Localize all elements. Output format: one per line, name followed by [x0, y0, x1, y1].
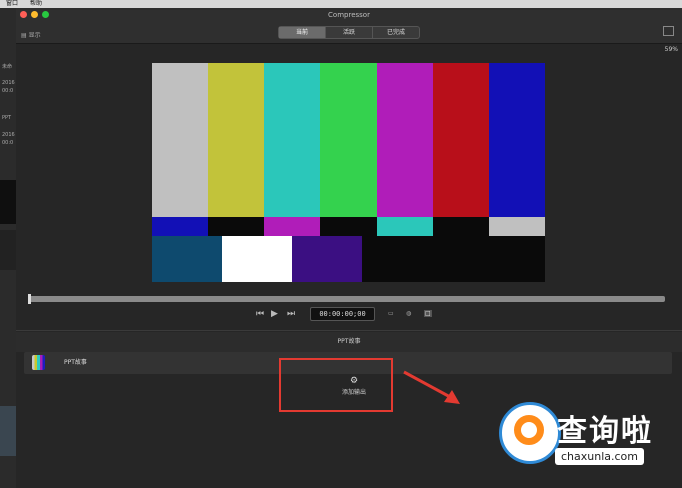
bg-text: 2016	[2, 80, 15, 86]
color-bar-mid	[432, 217, 490, 236]
bg-text: 未命	[2, 64, 13, 70]
bg-text: PPT	[2, 115, 12, 121]
color-bar	[264, 63, 321, 217]
video-file-icon	[32, 355, 45, 370]
menu-item-help[interactable]: 帮助	[30, 0, 42, 8]
menu-item-window[interactable]: 窗口	[6, 0, 18, 8]
color-bar-mid	[488, 217, 546, 236]
color-block	[292, 236, 362, 282]
playhead[interactable]	[28, 294, 31, 304]
color-bar-mid	[264, 217, 321, 236]
title-bar: Compressor ▤ 显示 当前 活跃 已完成	[16, 8, 682, 44]
watermark-text: 查询啦	[557, 414, 653, 449]
aspect-icon[interactable]: □	[424, 310, 432, 317]
inspector-icon[interactable]	[663, 26, 674, 36]
overlay-icon[interactable]: ◍	[406, 310, 411, 317]
watermark-url: chaxunla.com	[555, 448, 644, 465]
color-bar	[320, 63, 378, 217]
tab-active[interactable]: 活跃	[326, 27, 373, 38]
color-bar	[488, 63, 546, 217]
color-bar	[376, 63, 434, 217]
watermark-logo-icon	[499, 402, 561, 464]
watermark: 查询啦 chaxunla.com	[495, 398, 682, 488]
skip-back-icon[interactable]: ⏮	[256, 308, 264, 320]
color-bar-mid	[376, 217, 434, 236]
annotation-arrow-icon	[403, 370, 460, 404]
segmented-tabs: 当前 活跃 已完成	[278, 26, 420, 39]
color-block	[152, 236, 222, 282]
divider	[16, 330, 682, 331]
bg-text: 00:0	[2, 140, 14, 146]
color-bar-mid	[152, 217, 209, 236]
color-bar-mid	[208, 217, 265, 236]
batch-file-name: PPT故事	[64, 359, 87, 366]
system-menu-bar: 窗口 帮助	[0, 0, 682, 8]
color-bar	[152, 63, 209, 217]
annotation-box	[279, 358, 393, 412]
view-mode-icon[interactable]: ▭	[388, 310, 394, 317]
bg-text: 00:0	[2, 88, 14, 94]
watermark-q-icon	[514, 415, 544, 445]
bg-text: 2016	[2, 132, 15, 138]
color-block	[222, 236, 292, 282]
window-title: Compressor	[328, 11, 370, 19]
tab-current[interactable]: 当前	[279, 27, 326, 38]
tab-completed[interactable]: 已完成	[373, 27, 419, 38]
timeline-scrubber[interactable]	[28, 294, 665, 304]
color-bar	[432, 63, 490, 217]
color-bar	[208, 63, 265, 217]
skip-forward-icon[interactable]: ⏭	[287, 308, 295, 320]
color-bar-mid	[320, 217, 378, 236]
batch-header: PPT故事	[16, 332, 682, 352]
color-block	[362, 236, 545, 282]
timecode-display: 00:00:00;00	[310, 307, 375, 321]
show-button-label: 显示	[28, 32, 41, 39]
play-icon[interactable]: ▶	[271, 308, 278, 320]
zoom-level[interactable]: 59%	[665, 46, 678, 53]
show-button[interactable]: ▤ 显示	[21, 30, 41, 39]
video-viewer	[152, 63, 546, 282]
